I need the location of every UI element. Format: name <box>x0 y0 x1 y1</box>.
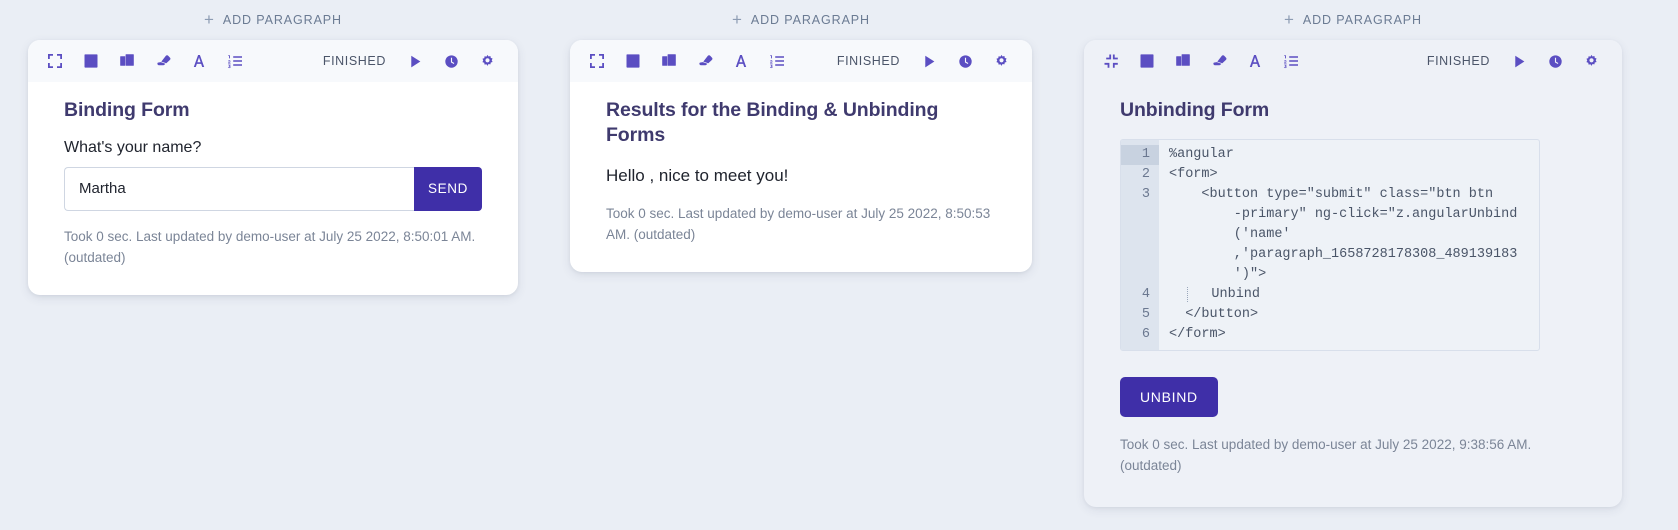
code-line-number: 4 <box>1141 286 1150 302</box>
code-line-number: 1 <box>1121 144 1159 165</box>
plus-icon: + <box>732 9 743 29</box>
code-line: </button> <box>1169 306 1259 322</box>
gear-icon[interactable] <box>1578 48 1604 74</box>
copy-icon[interactable] <box>114 48 140 74</box>
code-content[interactable]: %angular <form> <button type="submit" cla… <box>1159 140 1539 350</box>
gear-icon[interactable] <box>474 48 500 74</box>
code-line-number: 5 <box>1141 306 1150 322</box>
list-ordered-icon[interactable] <box>222 48 248 74</box>
toolbar-right-1: FINISHED <box>323 48 500 74</box>
eraser-icon[interactable] <box>692 48 718 74</box>
paragraph-toolbar-1: FINISHED <box>28 40 518 82</box>
send-button[interactable]: SEND <box>414 166 482 211</box>
book-icon[interactable] <box>620 48 646 74</box>
code-line-number <box>1121 265 1150 285</box>
code-line-number: 3 <box>1141 186 1150 202</box>
toolbar-left-icons-3 <box>1098 48 1304 74</box>
status-badge: FINISHED <box>1426 54 1490 68</box>
clock-icon[interactable] <box>1542 48 1568 74</box>
paragraph-toolbar-2: FINISHED <box>570 40 1032 82</box>
expand-icon[interactable] <box>584 48 610 74</box>
code-line-number <box>1121 245 1150 265</box>
notebook-board: + ADD PARAGRAPH FINISHED Binding Form Wh… <box>0 0 1678 530</box>
code-line: ')"> <box>1169 266 1267 282</box>
code-line: <form> <box>1169 166 1218 182</box>
result-greeting-text: Hello , nice to meet you! <box>606 165 789 185</box>
toolbar-left-icons-1 <box>42 48 248 74</box>
code-editor[interactable]: 12 3 4 5 6 %angular <form> <button type="sub… <box>1120 138 1540 351</box>
paragraph-meta-1: Took 0 sec. Last updated by demo-user at… <box>64 228 476 265</box>
add-paragraph-label: ADD PARAGRAPH <box>1302 13 1422 27</box>
paragraph-body-1: Binding Form What's your name? SEND Took… <box>28 82 518 295</box>
code-line: -primary" ng-click="z.angularUnbind <box>1169 206 1518 222</box>
paragraph-column-1: + ADD PARAGRAPH FINISHED Binding Form Wh… <box>0 0 542 295</box>
list-ordered-icon[interactable] <box>764 48 790 74</box>
unbind-button[interactable]: UNBIND <box>1120 376 1218 417</box>
font-icon[interactable] <box>186 48 212 74</box>
paragraph-card-unbinding-form: FINISHED Unbinding Form 1 2 3 4 5 6 %ang… <box>1084 40 1622 507</box>
add-paragraph-button-1[interactable]: + ADD PARAGRAPH <box>28 0 518 40</box>
eraser-icon[interactable] <box>150 48 176 74</box>
collapse-icon[interactable] <box>1098 48 1124 74</box>
copy-icon[interactable] <box>656 48 682 74</box>
toolbar-right-3: FINISHED <box>1427 48 1604 74</box>
code-line: </form> <box>1169 326 1226 342</box>
paragraph-meta-2: Took 0 sec. Last updated by demo-user at… <box>606 205 991 242</box>
paragraph-column-2: + ADD PARAGRAPH FINISHED Results for the… <box>542 0 1056 272</box>
copy-icon[interactable] <box>1170 48 1196 74</box>
book-icon[interactable] <box>1134 48 1160 74</box>
book-icon[interactable] <box>78 48 104 74</box>
code-line-number <box>1121 205 1150 225</box>
code-line: %angular <box>1169 146 1234 162</box>
clock-icon[interactable] <box>438 48 464 74</box>
page-title: Unbinding Form <box>1120 99 1270 121</box>
code-indent-guide: Unbind <box>1187 286 1261 302</box>
font-icon[interactable] <box>1242 48 1268 74</box>
plus-icon: + <box>204 9 215 29</box>
code-line: ,'paragraph_1658728178308_489139183 <box>1169 246 1518 262</box>
paragraph-card-results: FINISHED Results for the Binding & Unbin… <box>570 40 1032 272</box>
paragraph-body-3: Unbinding Form 12 3 4 5 6 %angular <form> <b… <box>1084 82 1622 507</box>
status-badge: FINISHED <box>836 54 900 68</box>
play-icon[interactable] <box>402 48 428 74</box>
code-line: Unbind <box>1169 285 1531 305</box>
paragraph-column-3: + ADD PARAGRAPH FINISHED Unbinding Form … <box>1056 0 1650 507</box>
add-paragraph-label: ADD PARAGRAPH <box>750 13 870 27</box>
toolbar-left-icons-2 <box>584 48 790 74</box>
list-ordered-icon[interactable] <box>1278 48 1304 74</box>
add-paragraph-button-3[interactable]: + ADD PARAGRAPH <box>1084 0 1622 40</box>
page-title: Results for the Binding & Unbinding Form… <box>606 99 939 146</box>
plus-icon: + <box>1284 9 1295 29</box>
paragraph-toolbar-3: FINISHED <box>1084 40 1622 82</box>
play-icon[interactable] <box>916 48 942 74</box>
gear-icon[interactable] <box>988 48 1014 74</box>
page-title: Binding Form <box>64 99 190 121</box>
play-icon[interactable] <box>1506 48 1532 74</box>
code-line-number: 6 <box>1141 326 1150 342</box>
add-paragraph-label: ADD PARAGRAPH <box>222 13 342 27</box>
code-line-number: 2 <box>1141 166 1150 182</box>
code-line-number <box>1121 225 1150 245</box>
code-line: <button type="submit" class="btn btn <box>1169 186 1494 202</box>
font-icon[interactable] <box>728 48 754 74</box>
form-question-label: What's your name? <box>64 138 202 156</box>
status-badge: FINISHED <box>322 54 386 68</box>
expand-icon[interactable] <box>42 48 68 74</box>
clock-icon[interactable] <box>952 48 978 74</box>
code-gutter: 12 3 4 5 6 <box>1121 139 1159 350</box>
eraser-icon[interactable] <box>1206 48 1232 74</box>
name-input[interactable] <box>64 166 414 211</box>
add-paragraph-button-2[interactable]: + ADD PARAGRAPH <box>570 0 1032 40</box>
toolbar-right-2: FINISHED <box>837 48 1014 74</box>
paragraph-body-2: Results for the Binding & Unbinding Form… <box>570 82 1032 272</box>
code-line: ('name' <box>1169 226 1291 242</box>
name-input-group: SEND <box>64 166 482 211</box>
paragraph-meta-3: Took 0 sec. Last updated by demo-user at… <box>1120 436 1532 473</box>
paragraph-card-binding-form: FINISHED Binding Form What's your name? … <box>28 40 518 295</box>
